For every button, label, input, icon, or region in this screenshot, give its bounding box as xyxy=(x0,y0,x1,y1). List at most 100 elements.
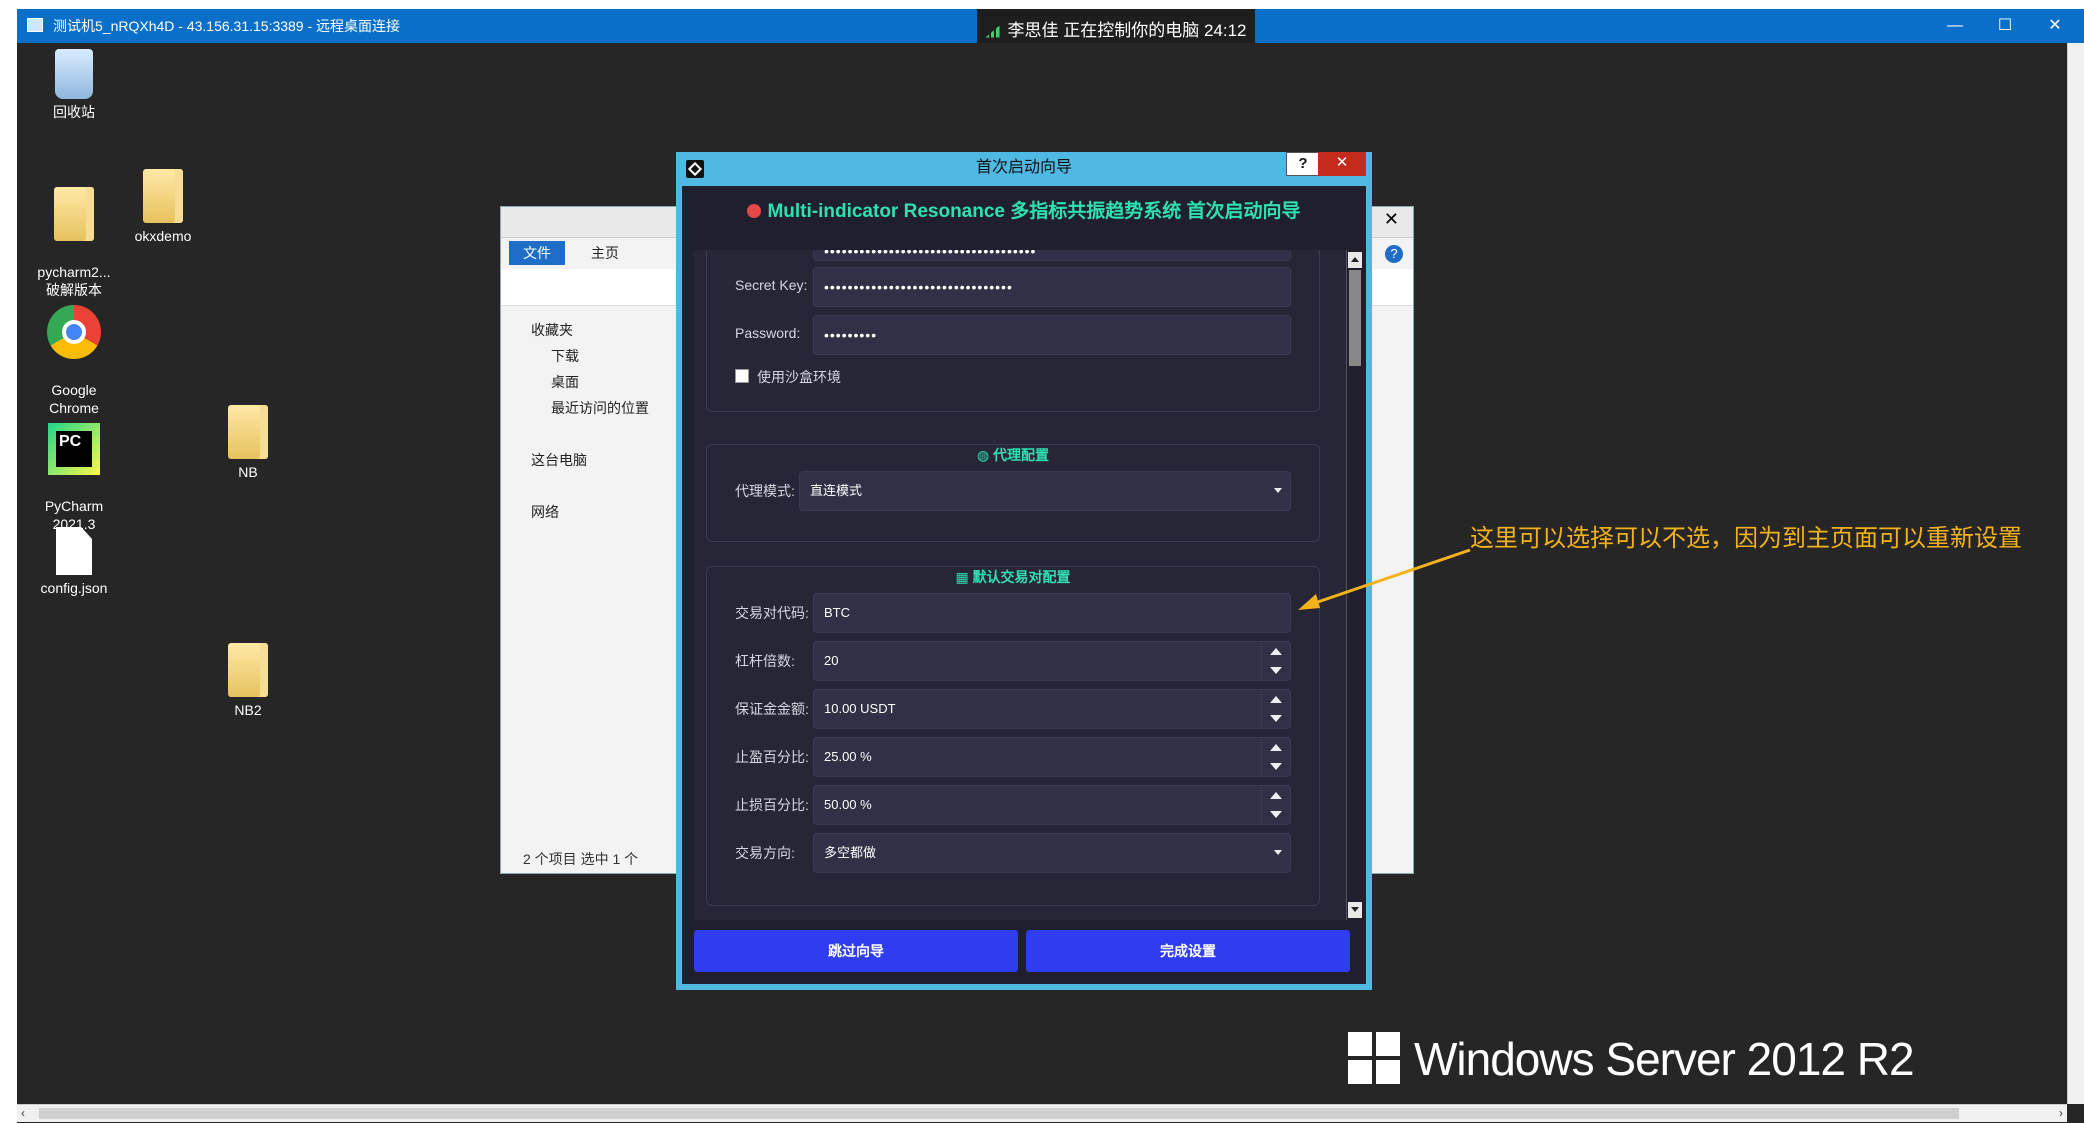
trade-config-group: ▦ 默认交易对配置 交易对代码: BTC 杠杆倍数: 20 保证金金额: 10.… xyxy=(706,566,1320,906)
sidebar-item-recent[interactable]: 最近访问的位置 xyxy=(511,395,649,421)
desktop-icon-recycle-bin[interactable]: 回收站 xyxy=(29,49,119,121)
rdp-horizontal-scrollbar[interactable]: ‹ › xyxy=(17,1104,2067,1122)
folder-icon xyxy=(228,643,268,697)
wizard-heading-text: Multi-indicator Resonance 多指标共振趋势系统 首次启动… xyxy=(767,201,1301,222)
spin-arrows-icon[interactable] xyxy=(1261,786,1290,824)
secret-key-label: Secret Key: xyxy=(735,277,808,293)
app-logo-icon xyxy=(686,160,704,178)
pycharm-icon xyxy=(48,423,100,475)
leverage-stepper[interactable]: 20 xyxy=(813,641,1291,681)
stop-loss-value: 50.00 % xyxy=(824,797,872,812)
rdp-vertical-scrollbar[interactable] xyxy=(2067,43,2084,1104)
spin-arrows-icon[interactable] xyxy=(1261,690,1290,728)
wizard-titlebar[interactable]: 首次启动向导 ? ✕ xyxy=(676,152,1372,184)
symbol-input[interactable]: BTC xyxy=(813,593,1291,633)
recycle-bin-icon xyxy=(55,49,93,99)
folder-icon xyxy=(143,169,183,223)
rocket-icon xyxy=(747,204,762,218)
password-label: Password: xyxy=(735,325,801,341)
proxy-title-text: 代理配置 xyxy=(993,447,1050,463)
api-key-field[interactable]: •••••••••••••••••••••••••••••••••••• xyxy=(813,250,1291,261)
desktop-icon-label: 回收站 xyxy=(53,104,95,120)
scroll-down-icon[interactable] xyxy=(1348,902,1362,918)
stop-loss-stepper[interactable]: 50.00 % xyxy=(813,785,1291,825)
finish-setup-button[interactable]: 完成设置 xyxy=(1026,930,1350,972)
sidebar-item-favorites[interactable]: 收藏夹 xyxy=(511,317,649,343)
globe-icon: ◍ xyxy=(976,447,994,463)
margin-value: 10.00 USDT xyxy=(824,701,896,716)
scroll-left-icon[interactable]: ‹ xyxy=(21,1106,25,1120)
file-icon xyxy=(56,527,92,575)
desktop-icon-config-json[interactable]: config.json xyxy=(29,527,119,597)
direction-label: 交易方向: xyxy=(735,845,795,861)
remote-notice-text: 李思佳 正在控制你的电脑 24:12 xyxy=(1007,21,1247,40)
wizard-title: 首次启动向导 xyxy=(975,159,1072,176)
sidebar-item-desktop[interactable]: 桌面 xyxy=(511,369,649,395)
leverage-label: 杠杆倍数: xyxy=(735,653,795,669)
chevron-down-icon xyxy=(1274,850,1282,855)
proxy-mode-value: 直连模式 xyxy=(810,483,863,498)
wizard-body: Multi-indicator Resonance 多指标共振趋势系统 首次启动… xyxy=(682,186,1366,984)
proxy-config-group: ◍ 代理配置 代理模式: 直连模式 xyxy=(706,444,1320,542)
wizard-heading: Multi-indicator Resonance 多指标共振趋势系统 首次启动… xyxy=(682,196,1366,223)
wizard-close-button[interactable]: ✕ xyxy=(1318,152,1366,176)
windows-branding: Windows Server 2012 R2 xyxy=(1414,1033,1915,1085)
windows-logo-icon xyxy=(1348,1032,1402,1086)
proxy-mode-select[interactable]: 直连模式 xyxy=(799,471,1291,511)
spin-arrows-icon[interactable] xyxy=(1261,642,1290,680)
maximize-button[interactable]: ☐ xyxy=(1994,9,2016,43)
desktop-icon-nb[interactable]: NB xyxy=(203,405,293,481)
wizard-help-button[interactable]: ? xyxy=(1286,152,1320,176)
proxy-mode-label: 代理模式: xyxy=(735,483,795,499)
desktop-icon-nb2[interactable]: NB2 xyxy=(203,643,293,719)
scroll-right-icon[interactable]: › xyxy=(2059,1106,2063,1120)
symbol-label: 交易对代码: xyxy=(735,605,809,621)
setup-wizard-dialog: 首次启动向导 ? ✕ Multi-indicator Resonance 多指标… xyxy=(676,152,1372,990)
take-profit-value: 25.00 % xyxy=(824,749,872,764)
tab-file[interactable]: 文件 xyxy=(509,241,565,265)
horizontal-scroll-thumb[interactable] xyxy=(39,1108,1959,1119)
skip-wizard-button[interactable]: 跳过向导 xyxy=(694,930,1018,972)
margin-label: 保证金金额: xyxy=(735,701,809,717)
folder-icon xyxy=(228,405,268,459)
rdp-app-icon xyxy=(27,18,43,32)
scrollbar-thumb[interactable] xyxy=(1349,270,1361,366)
sandbox-checkbox[interactable] xyxy=(735,369,749,383)
take-profit-stepper[interactable]: 25.00 % xyxy=(813,737,1291,777)
take-profit-label: 止盈百分比: xyxy=(735,749,809,765)
spin-arrows-icon[interactable] xyxy=(1261,738,1290,776)
desktop-icon-label: okxdemo xyxy=(134,228,192,244)
desktop-icon-label: NB xyxy=(238,464,258,480)
folder-icon xyxy=(54,187,94,241)
chrome-icon xyxy=(47,305,101,359)
api-config-group: •••••••••••••••••••••••••••••••••••• Sec… xyxy=(706,250,1320,412)
sidebar-item-network[interactable]: 网络 xyxy=(511,499,649,525)
close-button[interactable]: ✕ xyxy=(2044,9,2066,43)
chevron-down-icon xyxy=(1274,488,1282,493)
tab-home[interactable]: 主页 xyxy=(591,241,619,265)
minimize-button[interactable]: — xyxy=(1944,9,1966,43)
annotation-arrow-icon xyxy=(1298,548,1471,610)
wizard-scroll-area[interactable]: •••••••••••••••••••••••••••••••••••• Sec… xyxy=(694,250,1346,920)
sidebar-item-downloads[interactable]: 下载 xyxy=(511,343,649,369)
sidebar-item-this-pc[interactable]: 这台电脑 xyxy=(511,447,649,473)
direction-value: 多空都做 xyxy=(824,845,877,860)
margin-stepper[interactable]: 10.00 USDT xyxy=(813,689,1291,729)
secret-key-field[interactable]: •••••••••••••••••••••••••••••••• xyxy=(813,267,1291,307)
trade-title-text: 默认交易对配置 xyxy=(972,569,1071,585)
scroll-up-icon[interactable] xyxy=(1348,252,1362,268)
explorer-sidebar: 收藏夹 下载 桌面 最近访问的位置 这台电脑 网络 xyxy=(511,317,649,525)
signal-icon xyxy=(985,25,1000,38)
desktop-icon-label: NB2 xyxy=(234,702,262,718)
trade-group-title: ▦ 默认交易对配置 xyxy=(707,567,1319,587)
explorer-close-button[interactable]: ✕ xyxy=(1384,209,1399,230)
direction-select[interactable]: 多空都做 xyxy=(813,833,1291,873)
stop-loss-label: 止损百分比: xyxy=(735,797,809,813)
desktop-icon-label: config.json xyxy=(40,580,108,596)
help-icon[interactable]: ? xyxy=(1385,245,1403,263)
password-field[interactable]: ••••••••• xyxy=(813,315,1291,355)
leverage-value: 20 xyxy=(824,653,839,668)
desktop-icon-okxdemo[interactable]: okxdemo xyxy=(118,169,208,245)
annotation-text: 这里可以选择可以不选，因为到主页面可以重新设置 xyxy=(1470,525,2022,552)
rdp-title: 测试机5_nRQXh4D - 43.156.31.15:3389 - 远程桌面连… xyxy=(53,18,401,34)
